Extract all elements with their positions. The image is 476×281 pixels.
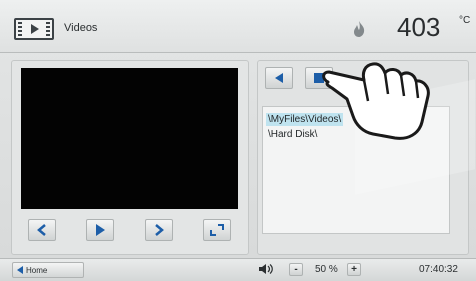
next-button[interactable] [145,219,173,241]
fullscreen-icon [210,224,224,236]
speaker-icon [259,264,273,274]
home-label: Home [26,266,48,275]
volume-down-button[interactable]: - [289,263,303,276]
play-icon [96,224,105,236]
temperature-value: 403 [397,12,441,42]
video-display[interactable] [21,68,238,209]
fullscreen-button[interactable] [203,219,231,241]
previous-button[interactable] [28,219,56,241]
video-icon [14,18,54,40]
temperature-unit: °C [459,15,471,26]
previous-icon [37,224,46,236]
home-arrow-icon [17,266,23,274]
play-button[interactable] [86,219,114,241]
file-list-item-hard-disk[interactable]: \Hard Disk\ [266,128,319,141]
flame-icon [352,20,366,43]
volume-value: 50 % [315,264,338,275]
back-icon [275,73,283,83]
page-title: Videos [64,22,98,34]
volume-up-button[interactable]: + [347,263,361,276]
pointing-hand-icon [322,62,430,140]
videos-screen: Videos 403 °C \MyFiles\Videos\ \Hard Dis… [0,0,476,281]
next-icon [155,224,164,236]
home-button[interactable]: Home [12,262,84,278]
back-button[interactable] [265,67,293,89]
clock: 07:40:32 [419,264,458,275]
